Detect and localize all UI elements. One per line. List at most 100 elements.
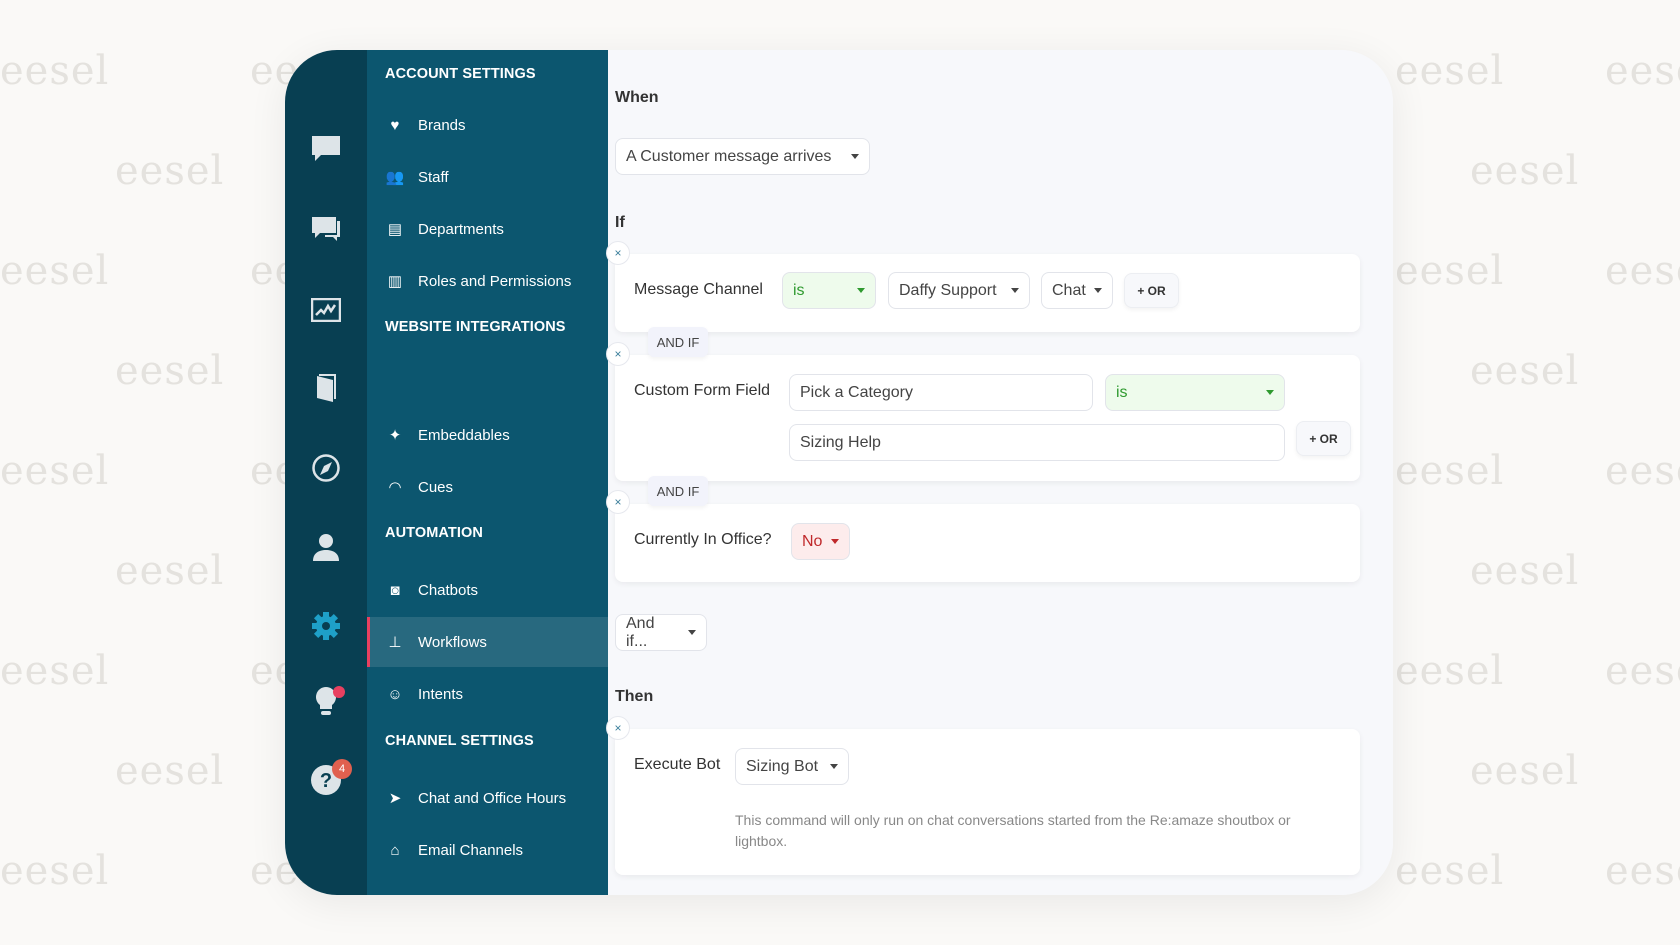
- menu-item-label: Roles and Permissions: [418, 273, 571, 290]
- menu-item-label: Intents: [418, 686, 463, 703]
- magic-wand-icon: ✦: [385, 426, 405, 444]
- menu-item-label: Departments: [418, 221, 504, 238]
- menu-item-brands[interactable]: ♥Brands: [367, 100, 608, 150]
- watermark: eesel: [1470, 748, 1579, 794]
- and-if-tag: AND IF: [648, 327, 708, 357]
- id-card-icon: ▤: [385, 220, 405, 238]
- lightbulb-icon[interactable]: [306, 681, 346, 721]
- caret-down-icon: [830, 764, 838, 769]
- users-icon: 👥: [385, 168, 405, 186]
- menu-item-cues[interactable]: ◠ Cues: [367, 462, 608, 512]
- operator-dropdown[interactable]: is: [1105, 374, 1285, 411]
- remove-condition-button[interactable]: ×: [606, 241, 630, 265]
- rss-icon: ◠: [385, 478, 405, 496]
- menu-item-embeddables[interactable]: ✦ Embeddables: [367, 410, 608, 460]
- briefcase-icon: ▥: [385, 272, 405, 290]
- menu-item-departments[interactable]: ▤ Departments: [367, 204, 608, 254]
- menu-item-label: Chatbots: [418, 582, 478, 599]
- watermark: eesel: [1395, 648, 1504, 694]
- caret-down-icon: [1094, 288, 1102, 293]
- watermark: eesel: [115, 148, 224, 194]
- watermark: eesel: [0, 848, 109, 894]
- brand-dropdown[interactable]: Daffy Support: [888, 272, 1030, 309]
- condition-message-channel: Message Channel is Daffy Support Chat + …: [615, 254, 1360, 332]
- knowledge-book-icon[interactable]: [306, 369, 346, 409]
- caret-down-icon: [831, 539, 839, 544]
- workflow-editor: When A Customer message arrives If Messa…: [608, 50, 1393, 895]
- watermark: eesel: [1395, 48, 1504, 94]
- value-input[interactable]: Sizing Help: [789, 424, 1285, 461]
- channel-dropdown[interactable]: Chat: [1041, 272, 1113, 309]
- menu-item-label: Embeddables: [418, 427, 510, 444]
- settings-menu: ACCOUNT SETTINGS ♥Brands 👥 Staff ▤ Department…: [367, 50, 608, 895]
- caret-down-icon: [688, 630, 696, 635]
- gear-icon[interactable]: [306, 606, 346, 646]
- watermark: eesel: [1395, 448, 1504, 494]
- condition-in-office: Currently In Office? No: [615, 504, 1360, 582]
- condition-label: Custom Form Field: [634, 382, 770, 400]
- compass-icon[interactable]: [306, 448, 346, 488]
- watermark: eesel: [1395, 848, 1504, 894]
- menu-item-chat-and-office-hours[interactable]: ➤ Chat and Office Hours: [367, 773, 608, 823]
- svg-text:?: ?: [320, 770, 332, 792]
- category-field[interactable]: Pick a Category: [789, 374, 1093, 411]
- watermark: eesel: [1395, 248, 1504, 294]
- help-badge: 4: [332, 759, 352, 779]
- watermark: eesel: [0, 448, 109, 494]
- value-text: Sizing Help: [800, 434, 881, 452]
- menu-section-heading: CHANNEL SETTINGS: [385, 733, 534, 749]
- bot-dropdown[interactable]: Sizing Bot: [735, 748, 849, 785]
- reports-icon[interactable]: [306, 290, 346, 330]
- paper-plane-icon: ➤: [385, 789, 405, 807]
- and-if-value: And if...: [626, 615, 680, 651]
- caret-down-icon: [857, 288, 865, 293]
- watermark: eesel: [0, 248, 109, 294]
- help-icon[interactable]: ?4: [306, 760, 346, 800]
- and-if-dropdown[interactable]: And if...: [615, 614, 707, 651]
- watermark: eesel: [1605, 848, 1680, 894]
- if-heading: If: [615, 214, 625, 232]
- menu-item-chatbots[interactable]: ◙ Chatbots: [367, 565, 608, 615]
- robot-icon: ◙: [385, 582, 405, 599]
- trigger-dropdown[interactable]: A Customer message arrives: [615, 138, 870, 175]
- category-value: Pick a Category: [800, 384, 913, 402]
- watermark: eesel: [1605, 248, 1680, 294]
- in-office-value: No: [802, 533, 822, 551]
- menu-item-label: Email Channels: [418, 842, 523, 859]
- action-note: This command will only run on chat conve…: [735, 810, 1335, 852]
- menu-item-workflows[interactable]: ⊥Workflows: [367, 617, 608, 667]
- menu-section-heading: ACCOUNT SETTINGS: [385, 66, 536, 82]
- watermark: eesel: [1605, 648, 1680, 694]
- condition-label: Message Channel: [634, 281, 763, 299]
- menu-item-label: Staff: [418, 169, 449, 186]
- remove-condition-button[interactable]: ×: [606, 342, 630, 366]
- menu-section-heading: AUTOMATION: [385, 525, 483, 541]
- menu-item-roles-and-permissions[interactable]: ▥ Roles and Permissions: [367, 256, 608, 306]
- channel-value: Chat: [1052, 282, 1086, 300]
- watermark: eesel: [115, 348, 224, 394]
- menu-item-staff[interactable]: 👥 Staff: [367, 152, 608, 202]
- watermark: eesel: [0, 48, 109, 94]
- menu-item-email-channels[interactable]: ⌂Email Channels: [367, 825, 608, 875]
- menu-item-social-channels[interactable]: ⋖Social Channels: [367, 877, 608, 895]
- share-icon: ⋖: [385, 893, 405, 895]
- menu-item-label: Cues: [418, 479, 453, 496]
- action-label: Execute Bot: [634, 756, 720, 774]
- user-icon[interactable]: [306, 527, 346, 567]
- watermark: eesel: [1605, 448, 1680, 494]
- caret-down-icon: [1266, 390, 1274, 395]
- remove-condition-button[interactable]: ×: [606, 490, 630, 514]
- condition-label: Currently In Office?: [634, 531, 772, 549]
- caret-down-icon: [851, 154, 859, 159]
- chat-bubble-icon[interactable]: [306, 129, 346, 169]
- conversations-icon[interactable]: [306, 209, 346, 249]
- menu-item-intents[interactable]: ☺Intents: [367, 669, 608, 719]
- icon-rail: ?4: [285, 50, 367, 895]
- add-or-button[interactable]: + OR: [1296, 421, 1351, 456]
- operator-dropdown[interactable]: is: [782, 272, 876, 309]
- add-or-button[interactable]: + OR: [1124, 273, 1179, 308]
- remove-action-button[interactable]: ×: [606, 716, 630, 740]
- menu-item-label: Chat and Office Hours: [418, 790, 566, 807]
- in-office-dropdown[interactable]: No: [791, 523, 850, 560]
- watermark: eesel: [1470, 348, 1579, 394]
